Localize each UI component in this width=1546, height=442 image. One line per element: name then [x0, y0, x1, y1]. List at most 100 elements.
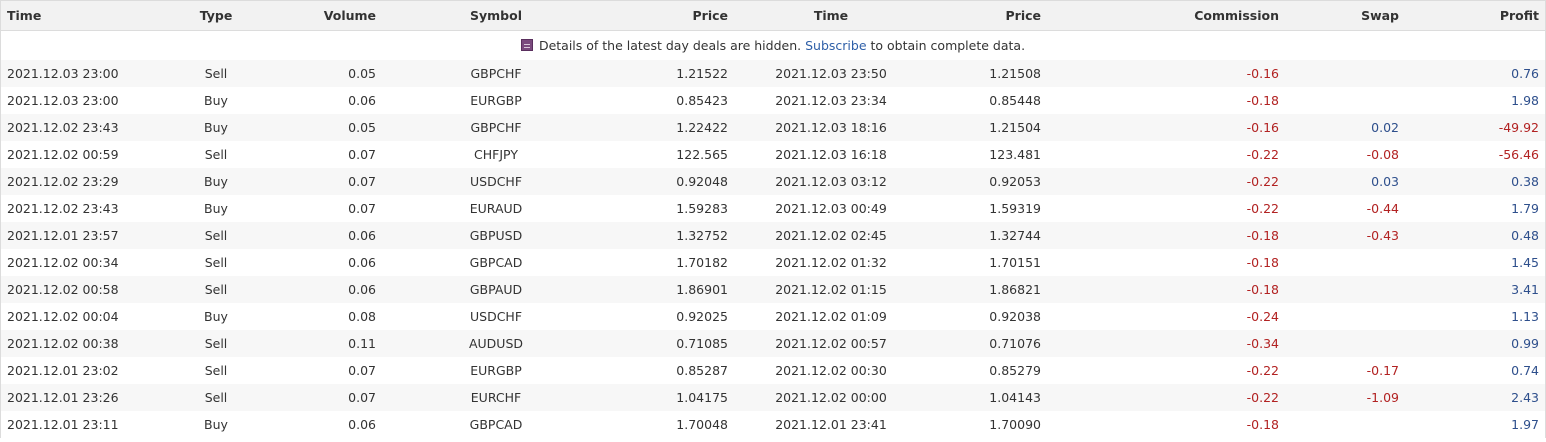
cell-profit: 1.79 — [1421, 195, 1545, 222]
cell-open-time: 2021.12.01 23:02 — [1, 357, 151, 384]
header-swap[interactable]: Swap — [1301, 0, 1421, 31]
cell-close-time: 2021.12.03 23:34 — [746, 87, 896, 114]
notice-text-after: to obtain complete data. — [870, 38, 1026, 53]
cell-profit: -49.92 — [1421, 114, 1545, 141]
cell-commission: -0.16 — [1061, 114, 1301, 141]
notice-cell: Details of the latest day deals are hidd… — [1, 30, 1545, 60]
cell-close-price: 0.92038 — [896, 303, 1061, 330]
cell-close-time: 2021.12.03 16:18 — [746, 141, 896, 168]
cell-volume: 0.08 — [251, 303, 411, 330]
header-close-price[interactable]: Price — [896, 0, 1061, 31]
cell-close-time: 2021.12.02 02:45 — [746, 222, 896, 249]
header-open-time[interactable]: Time — [1, 0, 151, 31]
cell-type: Sell — [151, 357, 251, 384]
cell-open-price: 1.32752 — [581, 222, 746, 249]
cell-close-time: 2021.12.02 01:15 — [746, 276, 896, 303]
table-row: 2021.12.02 23:43 Buy 0.07 EURAUD 1.59283 2021… — [1, 195, 1545, 222]
cell-profit: 0.99 — [1421, 330, 1545, 357]
cell-open-price: 0.92048 — [581, 168, 746, 195]
cell-commission: -0.18 — [1061, 249, 1301, 276]
cell-open-price: 1.59283 — [581, 195, 746, 222]
cell-swap: -0.17 — [1301, 357, 1421, 384]
cell-open-price: 1.70182 — [581, 249, 746, 276]
cell-profit: 1.98 — [1421, 87, 1545, 114]
cell-commission: -0.24 — [1061, 303, 1301, 330]
subscribe-link[interactable]: Subscribe — [805, 38, 866, 53]
table-row: 2021.12.02 00:59 Sell 0.07 CHFJPY 122.565 202… — [1, 141, 1545, 168]
deals-table-container: Time Type Volume Symbol Price Time Price… — [0, 0, 1546, 438]
cell-close-price: 123.481 — [896, 141, 1061, 168]
cell-volume: 0.06 — [251, 87, 411, 114]
table-row: 2021.12.03 23:00 Buy 0.06 EURGBP 0.85423 2021… — [1, 87, 1545, 114]
cell-open-price: 1.21522 — [581, 60, 746, 87]
cell-symbol: GBPCHF — [411, 114, 581, 141]
header-close-time[interactable]: Time — [746, 0, 896, 31]
cell-volume: 0.07 — [251, 195, 411, 222]
cell-open-time: 2021.12.02 00:34 — [1, 249, 151, 276]
cell-open-time: 2021.12.02 23:43 — [1, 195, 151, 222]
cell-swap: -1.09 — [1301, 384, 1421, 411]
cell-open-time: 2021.12.03 23:00 — [1, 87, 151, 114]
cell-commission: -0.22 — [1061, 384, 1301, 411]
cell-open-price: 0.85423 — [581, 87, 746, 114]
cell-close-price: 1.59319 — [896, 195, 1061, 222]
header-open-price[interactable]: Price — [581, 0, 746, 31]
cell-close-price: 0.92053 — [896, 168, 1061, 195]
header-symbol[interactable]: Symbol — [411, 0, 581, 31]
cell-symbol: CHFJPY — [411, 141, 581, 168]
notice-text-before: Details of the latest day deals are hidd… — [538, 38, 802, 53]
cell-commission: -0.18 — [1061, 87, 1301, 114]
cell-open-price: 0.85287 — [581, 357, 746, 384]
cell-close-time: 2021.12.02 01:09 — [746, 303, 896, 330]
cell-volume: 0.05 — [251, 60, 411, 87]
header-volume[interactable]: Volume — [251, 0, 411, 31]
cell-symbol: GBPCAD — [411, 249, 581, 276]
cell-close-price: 1.86821 — [896, 276, 1061, 303]
cell-type: Buy — [151, 303, 251, 330]
cell-volume: 0.05 — [251, 114, 411, 141]
cell-close-time: 2021.12.03 23:50 — [746, 60, 896, 87]
cell-open-time: 2021.12.01 23:11 — [1, 411, 151, 438]
cell-type: Sell — [151, 60, 251, 87]
cell-open-time: 2021.12.02 00:59 — [1, 141, 151, 168]
cell-swap: 0.03 — [1301, 168, 1421, 195]
cell-close-time: 2021.12.02 00:30 — [746, 357, 896, 384]
table-row: 2021.12.02 00:58 Sell 0.06 GBPAUD 1.86901 202… — [1, 276, 1545, 303]
cell-close-price: 1.70090 — [896, 411, 1061, 438]
table-row: 2021.12.02 00:38 Sell 0.11 AUDUSD 0.71085 202… — [1, 330, 1545, 357]
cell-symbol: GBPCHF — [411, 60, 581, 87]
cell-commission: -0.18 — [1061, 222, 1301, 249]
cell-commission: -0.22 — [1061, 168, 1301, 195]
cell-type: Sell — [151, 249, 251, 276]
cell-type: Buy — [151, 411, 251, 438]
cell-volume: 0.07 — [251, 168, 411, 195]
cell-type: Buy — [151, 87, 251, 114]
cell-symbol: GBPUSD — [411, 222, 581, 249]
cell-symbol: EURGBP — [411, 357, 581, 384]
header-type[interactable]: Type — [151, 0, 251, 31]
cell-profit: 1.97 — [1421, 411, 1545, 438]
header-profit[interactable]: Profit — [1421, 0, 1545, 31]
cell-commission: -0.18 — [1061, 276, 1301, 303]
table-header-row: Time Type Volume Symbol Price Time Price… — [1, 0, 1545, 31]
table-row: 2021.12.02 23:29 Buy 0.07 USDCHF 0.92048 2021… — [1, 168, 1545, 195]
cell-open-time: 2021.12.01 23:26 — [1, 384, 151, 411]
cell-volume: 0.06 — [251, 411, 411, 438]
cell-open-price: 1.04175 — [581, 384, 746, 411]
cell-type: Sell — [151, 384, 251, 411]
cell-close-price: 1.21508 — [896, 60, 1061, 87]
table-row: 2021.12.01 23:11 Buy 0.06 GBPCAD 1.70048 2021… — [1, 411, 1545, 438]
cell-symbol: GBPAUD — [411, 276, 581, 303]
cell-close-time: 2021.12.03 03:12 — [746, 168, 896, 195]
header-commission[interactable]: Commission — [1061, 0, 1301, 31]
cell-profit: -56.46 — [1421, 141, 1545, 168]
cell-close-time: 2021.12.01 23:41 — [746, 411, 896, 438]
cell-swap — [1301, 303, 1421, 330]
cell-type: Sell — [151, 141, 251, 168]
table-row: 2021.12.02 00:34 Sell 0.06 GBPCAD 1.70182 202… — [1, 249, 1545, 276]
cell-symbol: EURCHF — [411, 384, 581, 411]
cell-close-price: 0.71076 — [896, 330, 1061, 357]
cell-volume: 0.07 — [251, 384, 411, 411]
cell-close-time: 2021.12.02 00:57 — [746, 330, 896, 357]
cell-swap — [1301, 411, 1421, 438]
